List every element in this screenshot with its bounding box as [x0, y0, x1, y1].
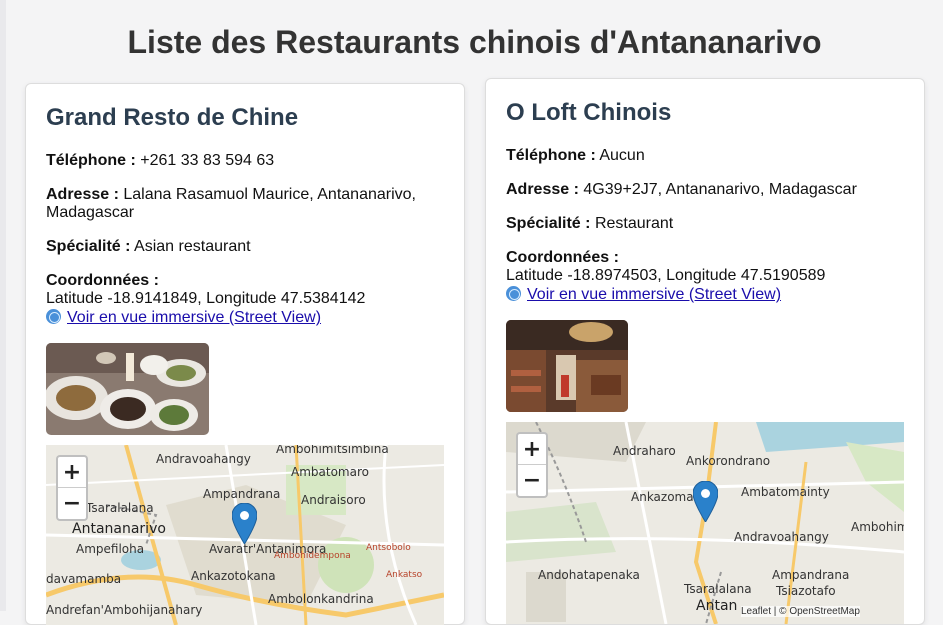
address-field: Adresse : Lalana Rasamuol Maurice, Antan…: [46, 186, 446, 222]
coords-label: Coordonnées :: [46, 272, 159, 289]
phone-field: Téléphone : +261 33 83 594 63: [46, 152, 274, 170]
restaurant-card: Grand Resto de Chine Téléphone : +261 33…: [25, 83, 465, 625]
map-label: Ampandrana: [772, 568, 850, 582]
coords-field: Coordonnées : Latitude -18.9141849, Long…: [46, 272, 365, 308]
map-label: Tsaralalana: [684, 582, 752, 596]
map-label: Antananarivo: [72, 521, 166, 537]
map-label: Andravoahangy: [734, 530, 829, 544]
map-label: Andravoahangy: [156, 452, 251, 466]
specialty-value: Asian restaurant: [134, 238, 251, 255]
specialty-field: Spécialité : Restaurant: [506, 215, 673, 233]
zoom-out-button[interactable]: −: [518, 465, 546, 496]
specialty-label: Spécialité :: [506, 215, 591, 232]
zoom-control: + −: [56, 455, 88, 521]
phone-field: Téléphone : Aucun: [506, 147, 645, 165]
zoom-in-button[interactable]: +: [518, 434, 546, 465]
address-label: Adresse :: [506, 181, 579, 198]
coords-label: Coordonnées :: [506, 249, 619, 266]
coords-field: Coordonnées : Latitude -18.8974503, Long…: [506, 249, 825, 285]
map-label: Antsobolo: [366, 543, 411, 553]
restaurant-name: O Loft Chinois: [506, 99, 672, 126]
map-label: Andraharo: [613, 444, 676, 458]
streetview-link[interactable]: Voir en vue immersive (Street View): [46, 309, 321, 327]
map-label: Andraisoro: [301, 493, 366, 507]
globe-icon: [46, 309, 61, 324]
phone-label: Téléphone :: [46, 152, 136, 169]
address-field: Adresse : 4G39+2J7, Antananarivo, Madaga…: [506, 181, 857, 199]
restaurant-card: O Loft Chinois Téléphone : Aucun Adresse…: [485, 78, 925, 625]
map-label: Ampandrana: [203, 487, 281, 501]
zoom-out-button[interactable]: −: [58, 488, 86, 519]
streetview-link[interactable]: Voir en vue immersive (Street View): [506, 286, 781, 304]
map-label: Andrefan'Ambohijanahary: [46, 603, 203, 617]
map-label: Antan: [696, 598, 738, 614]
streetview-label: Voir en vue immersive (Street View): [67, 309, 322, 326]
location-map[interactable]: Andraharo Ankorondrano Ankazomanga Ambat…: [506, 422, 904, 624]
map-label: Ankorondrano: [686, 454, 771, 468]
specialty-label: Spécialité :: [46, 238, 131, 255]
map-label: Tsiazotafo: [776, 584, 836, 598]
map-label: Ambohimitsimbina: [851, 520, 904, 534]
address-value: Lalana Rasamuol Maurice, Antananarivo,: [123, 186, 416, 203]
map-label: Ambatomaro: [291, 465, 369, 479]
restaurant-photo[interactable]: [506, 320, 628, 412]
map-label: Ankazotokana: [191, 569, 276, 583]
page-title: Liste des Restaurants chinois d'Antanana…: [127, 24, 822, 60]
map-label: Ambohidempona: [274, 551, 351, 561]
map-marker-icon[interactable]: [232, 503, 257, 544]
map-attribution[interactable]: Leaflet | © OpenStreetMap: [741, 606, 860, 617]
streetview-label: Voir en vue immersive (Street View): [527, 286, 782, 303]
zoom-in-button[interactable]: +: [58, 457, 86, 488]
map-label: Ambatomainty: [741, 485, 830, 499]
map-label: Tsaralalana: [86, 501, 154, 515]
zoom-control: + −: [516, 432, 548, 498]
restaurant-photo[interactable]: [46, 343, 209, 435]
phone-value: +261 33 83 594 63: [140, 152, 275, 169]
address-label: Adresse :: [46, 186, 119, 203]
globe-icon: [506, 286, 521, 301]
map-marker-icon[interactable]: [693, 481, 718, 522]
specialty-field: Spécialité : Asian restaurant: [46, 238, 251, 256]
map-label: Ambohimitsimbina: [276, 445, 389, 456]
map-label: Andohatapenaka: [538, 568, 640, 582]
map-label: Ampefiloha: [76, 542, 145, 556]
location-map[interactable]: Ambohimitsimbina Andravoahangy Ambatomar…: [46, 445, 444, 625]
page-edge: [0, 0, 6, 611]
coords-value: Latitude -18.8974503, Longitude 47.51905…: [506, 267, 826, 284]
address-value: 4G39+2J7, Antananarivo, Madagascar: [583, 181, 857, 198]
specialty-value: Restaurant: [594, 215, 674, 232]
phone-label: Téléphone :: [506, 147, 596, 164]
map-label: davamamba: [46, 572, 122, 586]
phone-value: Aucun: [599, 147, 645, 164]
map-label: Ambolonkandrina: [268, 592, 374, 606]
map-label: Ankatso: [386, 570, 423, 580]
restaurant-name: Grand Resto de Chine: [46, 104, 299, 131]
coords-value: Latitude -18.9141849, Longitude 47.53841…: [46, 290, 366, 307]
address-value-cont: Madagascar: [46, 204, 135, 221]
